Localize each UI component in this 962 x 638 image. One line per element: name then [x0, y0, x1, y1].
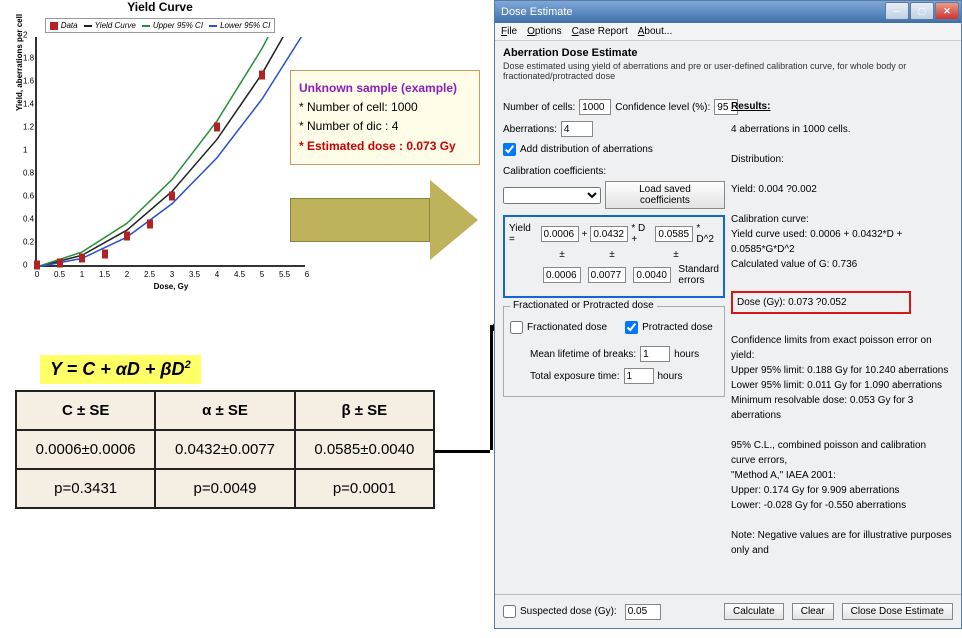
aberrations-label: Aberrations: — [503, 124, 557, 135]
calculate-button[interactable]: Calculate — [724, 603, 784, 620]
bottom-bar: Suspected dose (Gy): Calculate Clear Clo… — [495, 594, 961, 628]
dose-result: Dose (Gy): 0.073 ?0.052 — [731, 291, 911, 314]
coef-select[interactable] — [503, 187, 601, 204]
window-title: Dose Estimate — [501, 6, 573, 18]
coef-c-input[interactable] — [541, 226, 579, 242]
menu-file[interactable]: File — [501, 26, 517, 37]
se-a-input[interactable] — [588, 267, 626, 283]
results-panel: Results: 4 aberrations in 1000 cells. Di… — [731, 99, 953, 558]
yield-formula: Y = C + αD + βD2 — [40, 355, 201, 384]
yield-equation-panel: Yield = + * D + * D^2 ± ± ± — [503, 215, 725, 298]
cal-coef-label: Calibration coefficients: — [503, 166, 725, 177]
suspected-dose-checkbox[interactable] — [503, 605, 516, 618]
page-heading: Aberration Dose Estimate — [503, 47, 953, 59]
header-alpha: α ± SE — [155, 391, 294, 430]
mean-lifetime-input[interactable] — [640, 346, 670, 362]
suspected-dose-input[interactable] — [625, 604, 661, 620]
load-coef-button[interactable]: Load saved coefficients — [605, 181, 725, 209]
x-axis-label: Dose, Gy — [154, 282, 189, 291]
se-c-input[interactable] — [543, 267, 581, 283]
titlebar[interactable]: Dose Estimate ─ ▢ ✕ — [495, 1, 961, 23]
aberrations-input[interactable] — [561, 121, 593, 137]
clear-button[interactable]: Clear — [792, 603, 834, 620]
menu-about[interactable]: About... — [638, 26, 672, 37]
chart-legend: Data Yield Curve Upper 95% CI Lower 95% … — [45, 18, 276, 33]
chart-title: Yield Curve — [10, 0, 310, 14]
dose-estimate-window: Dose Estimate ─ ▢ ✕ File Options Case Re… — [494, 0, 962, 629]
flow-arrow-icon — [290, 180, 480, 260]
protracted-checkbox[interactable] — [625, 321, 638, 334]
parameter-table: C ± SE α ± SE β ± SE 0.0006±0.0006 0.043… — [15, 390, 435, 509]
coef-a-input[interactable] — [590, 226, 628, 242]
total-exposure-input[interactable] — [624, 368, 654, 384]
header-beta: β ± SE — [295, 391, 434, 430]
coef-b-input[interactable] — [655, 226, 693, 242]
se-b-input[interactable] — [633, 267, 671, 283]
add-distribution-checkbox[interactable] — [503, 143, 516, 156]
menu-options[interactable]: Options — [527, 26, 561, 37]
ncells-input[interactable] — [579, 99, 611, 115]
menu-case-report[interactable]: Case Report — [572, 26, 628, 37]
minimize-button[interactable]: ─ — [885, 2, 909, 20]
conf-label: Confidence level (%): — [615, 102, 710, 113]
menubar: File Options Case Report About... — [495, 23, 961, 41]
fractionated-checkbox[interactable] — [510, 321, 523, 334]
ncells-label: Number of cells: — [503, 102, 575, 113]
page-subheading: Dose estimated using yield of aberration… — [503, 61, 953, 81]
yield-curve-chart: Yield Curve Data Yield Curve Upper 95% C… — [10, 0, 310, 267]
close-dose-button[interactable]: Close Dose Estimate — [842, 603, 953, 620]
unknown-sample-note: Unknown sample (example) * Number of cel… — [290, 70, 480, 165]
connector-arrow-icon — [435, 450, 490, 453]
maximize-button[interactable]: ▢ — [910, 2, 934, 20]
close-button[interactable]: ✕ — [935, 2, 959, 20]
header-c: C ± SE — [16, 391, 155, 430]
fractionated-group: Fractionated or Protracted dose Fraction… — [503, 306, 725, 397]
